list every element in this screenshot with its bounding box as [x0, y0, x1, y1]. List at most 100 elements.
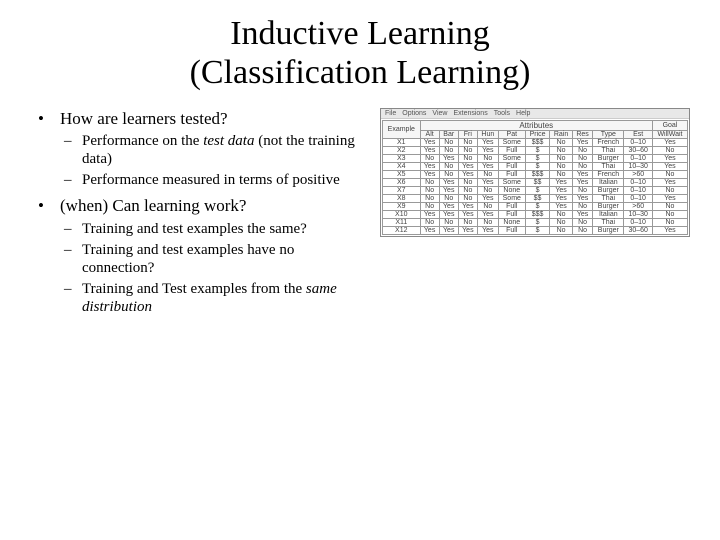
data-cell: Yes: [652, 139, 687, 147]
data-cell: Yes: [477, 163, 498, 171]
data-cell: $: [525, 163, 549, 171]
data-cell: Yes: [477, 211, 498, 219]
table-row: X10YesYesYesYesFull$$$NoYesItalian10–30N…: [383, 211, 688, 219]
data-cell: Thai: [593, 219, 624, 227]
data-cell: Thai: [593, 147, 624, 155]
data-cell: Yes: [477, 227, 498, 235]
row-id-cell: X9: [383, 203, 421, 211]
emphasis: test data: [203, 133, 254, 149]
data-cell: No: [420, 219, 439, 227]
data-cell: Full: [498, 203, 525, 211]
menu-item[interactable]: File: [385, 110, 396, 117]
data-cell: No: [420, 187, 439, 195]
menu-item[interactable]: Extensions: [453, 110, 487, 117]
table-row: X3NoYesNoNoSome$NoNoBurger0–10Yes: [383, 155, 688, 163]
app-window: File Options View Extensions Tools Help Examp…: [380, 108, 690, 237]
col-header-attributes: Attributes: [420, 121, 652, 131]
menu-item[interactable]: Tools: [494, 110, 510, 117]
data-cell: Some: [498, 139, 525, 147]
menu-item[interactable]: Help: [516, 110, 530, 117]
table-row: X1YesNoNoYesSome$$$NoYesFrench0–10Yes: [383, 139, 688, 147]
data-cell: Yes: [652, 195, 687, 203]
data-cell: Yes: [550, 187, 573, 195]
data-cell: No: [652, 187, 687, 195]
data-cell: Yes: [420, 163, 439, 171]
col-header: Price: [525, 131, 549, 139]
data-cell: No: [439, 147, 458, 155]
menubar: File Options View Extensions Tools Help: [381, 109, 689, 119]
data-cell: No: [572, 163, 592, 171]
data-cell: $: [525, 147, 549, 155]
col-header-example: Example: [383, 121, 421, 139]
slide: Inductive Learning (Classification Learn…: [0, 0, 720, 540]
menu-item[interactable]: Options: [402, 110, 426, 117]
data-cell: Yes: [652, 227, 687, 235]
row-id-cell: X11: [383, 219, 421, 227]
bullet-item: (when) Can learning work?Training and te…: [30, 195, 370, 315]
data-cell: Burger: [593, 227, 624, 235]
data-cell: Yes: [439, 179, 458, 187]
menu-item[interactable]: View: [432, 110, 447, 117]
data-cell: Yes: [420, 171, 439, 179]
row-id-cell: X4: [383, 163, 421, 171]
data-cell: No: [420, 203, 439, 211]
data-cell: 0–10: [624, 155, 653, 163]
data-table: ExampleAttributesGoalAltBarFriHunPatPric…: [382, 120, 688, 235]
col-header: Alt: [420, 131, 439, 139]
data-cell: No: [439, 163, 458, 171]
data-cell: French: [593, 139, 624, 147]
data-cell: No: [477, 187, 498, 195]
data-cell: No: [477, 203, 498, 211]
data-cell: Yes: [550, 203, 573, 211]
col-header: Pat: [498, 131, 525, 139]
data-cell: No: [458, 139, 477, 147]
sub-bullet-item: Training and Test examples from the same…: [60, 280, 370, 316]
data-cell: 0–10: [624, 179, 653, 187]
bullet-item: How are learners tested?Performance on t…: [30, 108, 370, 189]
data-cell: Yes: [420, 211, 439, 219]
row-id-cell: X1: [383, 139, 421, 147]
data-cell: Yes: [572, 179, 592, 187]
sub-bullet-list: Performance on the test data (not the tr…: [60, 132, 370, 189]
data-cell: Yes: [572, 171, 592, 179]
data-cell: No: [439, 139, 458, 147]
text-column: How are learners tested?Performance on t…: [30, 108, 370, 322]
data-cell: 0–10: [624, 187, 653, 195]
col-header: Bar: [439, 131, 458, 139]
table-row: X6NoYesNoYesSome$$YesYesItalian0–10Yes: [383, 179, 688, 187]
data-cell: Full: [498, 227, 525, 235]
data-cell: Yes: [652, 155, 687, 163]
data-cell: $: [525, 203, 549, 211]
col-header: Type: [593, 131, 624, 139]
data-cell: No: [458, 147, 477, 155]
data-cell: No: [420, 179, 439, 187]
data-cell: 10–30: [624, 211, 653, 219]
table-wrap: ExampleAttributesGoalAltBarFriHunPatPric…: [381, 119, 689, 236]
row-id-cell: X2: [383, 147, 421, 155]
data-cell: No: [458, 155, 477, 163]
bullet-list: How are learners tested?Performance on t…: [30, 108, 370, 316]
col-header: Rain: [550, 131, 573, 139]
table-group-header: ExampleAttributesGoal: [383, 121, 688, 131]
data-cell: No: [458, 187, 477, 195]
data-cell: No: [458, 179, 477, 187]
data-cell: Yes: [458, 203, 477, 211]
data-cell: Yes: [439, 155, 458, 163]
bullet-text: (when) Can learning work?: [60, 196, 246, 215]
title-line-1: Inductive Learning: [230, 15, 490, 52]
data-cell: No: [550, 163, 573, 171]
data-cell: Yes: [652, 179, 687, 187]
data-cell: Yes: [420, 227, 439, 235]
data-cell: Yes: [477, 195, 498, 203]
data-cell: Yes: [572, 139, 592, 147]
data-cell: $$$: [525, 171, 549, 179]
data-cell: Yes: [477, 147, 498, 155]
data-cell: No: [572, 155, 592, 163]
data-cell: 10–30: [624, 163, 653, 171]
row-id-cell: X8: [383, 195, 421, 203]
data-cell: Yes: [458, 171, 477, 179]
data-cell: No: [477, 171, 498, 179]
title-line-2: (Classification Learning): [190, 54, 531, 91]
data-cell: No: [550, 219, 573, 227]
data-cell: No: [550, 171, 573, 179]
